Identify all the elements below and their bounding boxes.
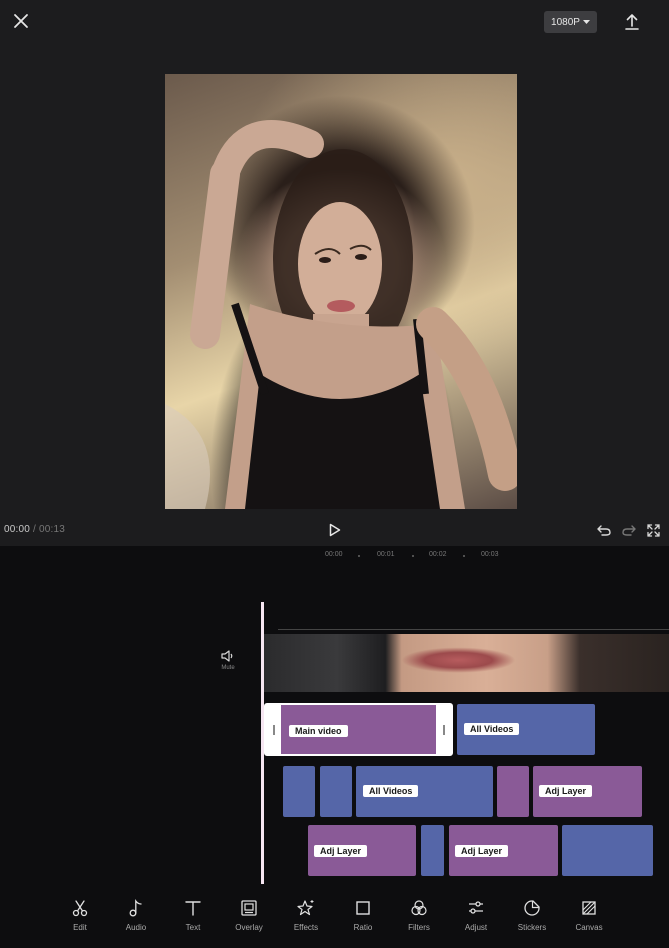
trim-handle-right[interactable]: [436, 705, 451, 754]
effects-star-icon: [297, 900, 314, 916]
ruler-dot: [412, 555, 414, 557]
tool-overlay[interactable]: Overlay: [221, 898, 277, 932]
redo-icon: [622, 525, 636, 536]
clip-label: Adj Layer: [314, 845, 368, 857]
playhead[interactable]: [261, 602, 264, 884]
ruler-tick: 00:03: [481, 551, 499, 558]
chevron-down-icon: [582, 19, 590, 24]
play-button[interactable]: [325, 518, 345, 542]
undo-icon: [597, 525, 611, 536]
time-display: 00:00 / 00:13: [4, 524, 65, 535]
adjust-sliders-icon: [469, 901, 483, 914]
clip-label: Main video: [289, 725, 348, 737]
clip-all-videos[interactable]: All Videos: [356, 766, 493, 817]
clip-adj-layer[interactable]: Adj Layer: [533, 766, 642, 817]
tool-effects[interactable]: Effects: [278, 898, 334, 932]
tool-label: Effects: [293, 923, 319, 932]
clip-purple-small[interactable]: [497, 766, 529, 817]
resolution-dropdown[interactable]: 1080P: [544, 11, 597, 33]
video-preview[interactable]: [165, 74, 517, 509]
tool-label: Adjust: [464, 923, 488, 932]
overlay-icon: [241, 900, 257, 916]
music-note-icon: [129, 899, 142, 917]
ruler-tick: 00:00: [325, 551, 343, 558]
clip-blue-small[interactable]: [320, 766, 352, 817]
tool-label: Overlay: [235, 923, 263, 932]
clip-main-video[interactable]: Main video: [264, 703, 453, 756]
clip-label: Adj Layer: [539, 785, 593, 797]
canvas-icon: [582, 901, 596, 915]
ruler-tick: 00:01: [377, 551, 395, 558]
filters-icon: [411, 900, 427, 916]
play-icon: [329, 523, 341, 537]
ruler-tick: 00:02: [429, 551, 447, 558]
text-icon: [185, 901, 201, 916]
clip-label: Adj Layer: [455, 845, 509, 857]
tool-label: Canvas: [575, 923, 603, 932]
resolution-label: 1080P: [551, 16, 580, 28]
timeline-ruler: 00:00 00:01 00:02 00:03: [0, 551, 669, 563]
time-separator: /: [30, 524, 39, 535]
bottom-toolbar: Edit Audio Text Overlay Effects Ratio Fi…: [0, 890, 669, 948]
clip-blue-small[interactable]: [421, 825, 444, 876]
tool-text[interactable]: Text: [165, 898, 221, 932]
tool-label: Stickers: [517, 923, 547, 932]
tool-label: Filters: [408, 923, 430, 932]
tool-canvas[interactable]: Canvas: [561, 898, 617, 932]
playback-bar: 00:00 / 00:13: [0, 518, 669, 542]
clip-all-videos[interactable]: All Videos: [457, 704, 595, 755]
clip-adj-layer[interactable]: Adj Layer: [449, 825, 558, 876]
sticker-icon: [524, 900, 540, 916]
speaker-icon: [221, 650, 233, 662]
upload-icon: [625, 14, 639, 30]
tool-filters[interactable]: Filters: [391, 898, 447, 932]
main-video-track[interactable]: [264, 634, 669, 692]
current-time: 00:00: [4, 524, 31, 535]
tool-ratio[interactable]: Ratio: [335, 898, 391, 932]
tool-label: Edit: [73, 923, 87, 932]
clip-label: All Videos: [464, 723, 520, 735]
mute-label: Mute: [221, 665, 235, 671]
clip-blue-small[interactable]: [283, 766, 315, 817]
close-button[interactable]: [6, 6, 36, 36]
tool-adjust[interactable]: Adjust: [448, 898, 504, 932]
close-icon: [14, 14, 28, 28]
scissors-icon: [72, 900, 88, 917]
ruler-dot: [463, 555, 465, 557]
trim-handle-left[interactable]: [266, 705, 281, 754]
tool-stickers[interactable]: Stickers: [504, 898, 560, 932]
tool-edit[interactable]: Edit: [52, 898, 108, 932]
clip-adj-layer[interactable]: Adj Layer: [308, 825, 416, 876]
tool-audio[interactable]: Audio: [108, 898, 164, 932]
ratio-square-icon: [356, 901, 370, 915]
clip-blue[interactable]: [562, 825, 653, 876]
undo-button[interactable]: [595, 520, 613, 540]
track-divider: [278, 629, 669, 630]
tool-label: Ratio: [353, 923, 373, 932]
fullscreen-button[interactable]: [644, 520, 662, 540]
preview-frame: [165, 120, 517, 509]
export-button[interactable]: [618, 8, 646, 36]
fullscreen-icon: [646, 523, 660, 537]
redo-button[interactable]: [620, 520, 638, 540]
total-time: 00:13: [38, 524, 65, 535]
tool-label: Audio: [125, 923, 147, 932]
clip-label: All Videos: [363, 785, 419, 797]
mute-button[interactable]: Mute: [210, 650, 246, 682]
ruler-dot: [358, 555, 360, 557]
tool-label: Text: [185, 923, 201, 932]
